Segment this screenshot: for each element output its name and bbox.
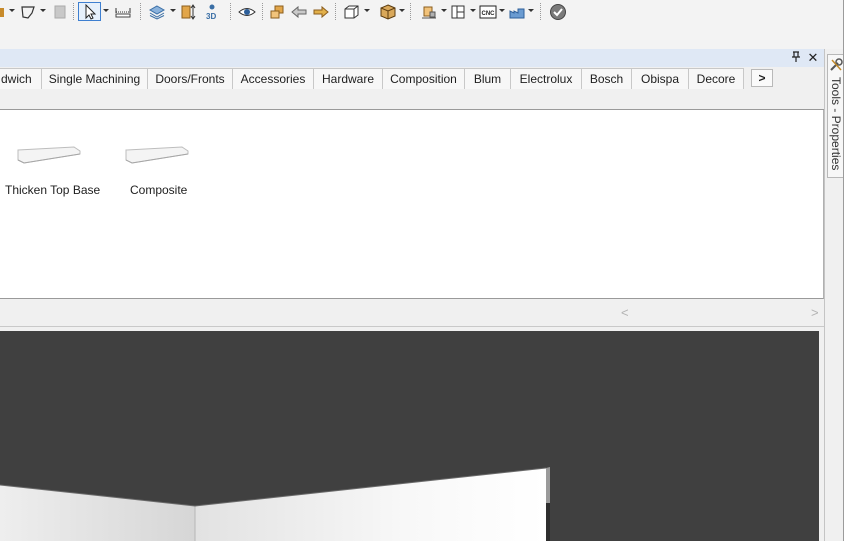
tab-accessories[interactable]: Accessories xyxy=(232,68,314,89)
chevron-down-icon[interactable] xyxy=(170,9,176,12)
tab-blum[interactable]: Blum xyxy=(464,68,511,89)
undo-arrow-icon[interactable] xyxy=(289,2,309,21)
polygon-select-icon[interactable] xyxy=(18,2,38,21)
cnc-label: CNC xyxy=(482,11,496,17)
library-item-label: Composite xyxy=(130,183,188,197)
measure-ruler-icon[interactable] xyxy=(113,2,133,21)
chevron-down-icon[interactable] xyxy=(364,9,370,12)
toolbar-separator xyxy=(230,3,231,20)
chevron-down-icon[interactable] xyxy=(40,9,46,12)
pin-icon[interactable] xyxy=(789,50,803,65)
tab-doors-fronts[interactable]: Doors/Fronts xyxy=(147,68,233,89)
chevron-down-icon[interactable] xyxy=(9,9,15,12)
panel-edge-shadow xyxy=(546,503,550,541)
grayed-block-icon[interactable] xyxy=(53,2,67,21)
layers-icon[interactable] xyxy=(147,2,167,21)
validate-check-icon[interactable] xyxy=(548,2,568,21)
close-icon[interactable]: ✕ xyxy=(806,50,820,65)
tab-decore[interactable]: Decore xyxy=(688,68,744,89)
3d-view-icon[interactable]: 3D xyxy=(202,2,222,21)
chevron-down-icon[interactable] xyxy=(399,9,405,12)
top-slab-icon xyxy=(125,146,189,164)
frame-view-icon[interactable] xyxy=(341,2,361,21)
tools-wrench-icon xyxy=(830,58,843,71)
dropdown-fragment-icon[interactable] xyxy=(0,2,8,21)
scroll-right-arrow[interactable]: > xyxy=(811,306,819,320)
scroll-left-arrow[interactable]: < xyxy=(621,306,629,320)
tools-properties-tab[interactable]: Tools - Properties xyxy=(827,54,844,178)
toolbar-secondary-band xyxy=(0,24,844,49)
chevron-down-icon[interactable] xyxy=(470,9,476,12)
3d-viewport[interactable] xyxy=(0,331,819,541)
package-box-icon[interactable] xyxy=(378,2,398,21)
tab-electrolux[interactable]: Electrolux xyxy=(510,68,582,89)
right-panel-shape xyxy=(195,468,546,541)
tools-properties-label: Tools - Properties xyxy=(829,77,843,171)
left-panel-shape xyxy=(0,485,195,541)
toolbar-separator xyxy=(410,3,411,20)
panel-edge-shape xyxy=(546,467,550,503)
panel-layout-icon[interactable] xyxy=(449,2,469,21)
tab-single-machining[interactable]: Single Machining xyxy=(41,68,148,89)
library-panel-header: ✕ xyxy=(0,49,824,67)
cabinet-height-icon[interactable] xyxy=(178,2,198,21)
material-stack-icon[interactable] xyxy=(419,2,439,21)
library-items-area: Thicken Top Base Composite xyxy=(0,110,824,299)
redo-arrow-icon[interactable] xyxy=(311,2,331,21)
tab-hardware[interactable]: Hardware xyxy=(313,68,383,89)
3d-scene xyxy=(0,467,550,541)
top-slab-icon xyxy=(17,146,81,164)
eye-visibility-icon[interactable] xyxy=(236,2,258,21)
category-tabs: dwich Single Machining Doors/Fronts Acce… xyxy=(0,67,824,110)
toolbar-separator xyxy=(262,3,263,20)
toolbar-separator xyxy=(140,3,141,20)
library-item-label: Thicken Top Base xyxy=(5,183,101,197)
chevron-down-icon[interactable] xyxy=(103,9,109,12)
pointer-arrow-icon[interactable] xyxy=(78,2,101,21)
3d-label: 3D xyxy=(206,12,216,21)
chevron-down-icon[interactable] xyxy=(528,9,534,12)
chevron-down-icon[interactable] xyxy=(441,9,447,12)
library-item-thicken-top-base[interactable]: Thicken Top Base xyxy=(0,110,100,200)
chevron-down-icon[interactable] xyxy=(499,9,505,12)
production-factory-icon[interactable] xyxy=(507,2,527,21)
tab-sandwich[interactable]: dwich xyxy=(0,68,42,89)
tab-obispa[interactable]: Obispa xyxy=(631,68,689,89)
tab-scroll-right-button[interactable]: > xyxy=(751,69,773,87)
library-horizontal-scrollbar[interactable]: < > xyxy=(0,300,824,327)
toolbar-separator xyxy=(73,3,74,20)
side-dock: Tools - Properties xyxy=(824,49,844,541)
library-item-composite[interactable]: Composite xyxy=(118,110,194,200)
boxes-cubes-icon[interactable] xyxy=(267,2,287,21)
tab-composition[interactable]: Composition xyxy=(382,68,465,89)
toolbar-separator xyxy=(540,3,541,20)
cnc-icon[interactable]: CNC xyxy=(478,2,498,21)
tab-bosch[interactable]: Bosch xyxy=(581,68,632,89)
main-toolbar: 3D CNC xyxy=(0,0,844,24)
toolbar-separator xyxy=(335,3,336,20)
